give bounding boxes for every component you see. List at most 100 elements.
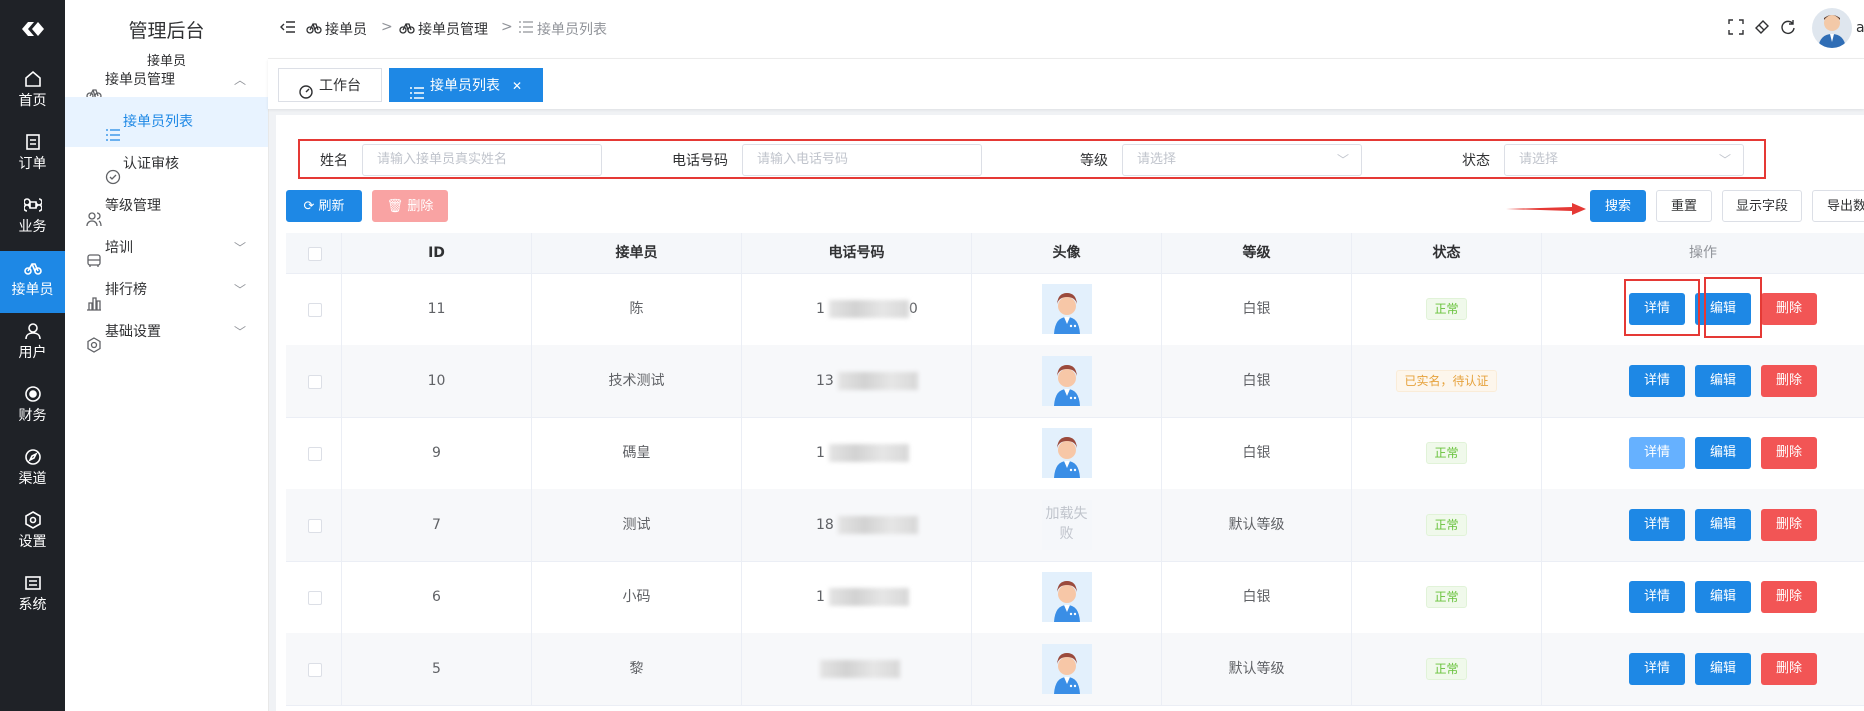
name-input[interactable]: 请输入接单员真实姓名 [362, 144, 602, 176]
status-cell: 正常 [1352, 561, 1542, 633]
row-checkbox[interactable] [308, 663, 322, 677]
breadcrumb-item-2[interactable]: 接单员管理 [418, 19, 488, 39]
id-cell: 7 [342, 489, 532, 561]
delete-button[interactable]: 删除 [1761, 365, 1817, 397]
phone-visible: 13 [816, 373, 834, 389]
avatar-cell [972, 345, 1162, 417]
phone-input[interactable]: 请输入电话号码 [742, 144, 982, 176]
rail-item-label: 用户 [18, 345, 47, 361]
delete-button[interactable]: 删除 [1761, 509, 1817, 541]
avatar-load-failed: 加载失败 [1041, 500, 1092, 550]
phone-visible: 1 [816, 445, 825, 461]
check-circle-icon [105, 156, 121, 185]
rider-avatar[interactable] [1042, 356, 1092, 406]
collapse-menu-icon[interactable] [280, 19, 298, 37]
level-cell: 默认等级 [1162, 633, 1352, 705]
status-cell: 正常 [1352, 273, 1542, 345]
status-badge: 正常 [1426, 442, 1467, 464]
level-select[interactable]: 请选择 ﹀ [1122, 144, 1362, 176]
row-checkbox[interactable] [308, 519, 322, 533]
bus-icon [86, 240, 102, 267]
select-cell [286, 417, 342, 489]
row-checkbox[interactable] [308, 447, 322, 461]
breadcrumb-item-1[interactable]: 接单员 [325, 19, 367, 39]
delete-button[interactable]: 删除 [1761, 293, 1817, 325]
row-checkbox[interactable] [308, 303, 322, 317]
detail-button[interactable]: 详情 [1629, 509, 1685, 541]
edit-button[interactable]: 编辑 [1695, 509, 1751, 541]
phone-cell: 13 [742, 345, 972, 417]
status-badge: 正常 [1426, 298, 1467, 320]
rail-item-label: 设置 [18, 534, 47, 550]
name-cell: 黎 [532, 633, 742, 705]
rider-avatar[interactable] [1042, 572, 1092, 622]
list-icon [410, 79, 424, 99]
rail-item-8[interactable]: 系统 [0, 566, 65, 628]
search-button[interactable]: 搜索 [1590, 190, 1646, 222]
rail-item-4[interactable]: 用户 [0, 314, 65, 376]
refresh-label: 刷新 [318, 199, 345, 214]
edit-button[interactable]: 编辑 [1695, 581, 1751, 613]
refresh-button[interactable]: ⟳ 刷新 [286, 190, 362, 222]
header-name: 接单员 [532, 233, 742, 273]
tab-dashboard[interactable]: 工作台 [278, 68, 382, 102]
rail-item-5[interactable]: 财务 [0, 377, 65, 439]
tab-rider-list[interactable]: 接单员列表 ✕ [389, 68, 543, 102]
export-button[interactable]: 导出数据 [1812, 190, 1864, 222]
rider-avatar[interactable] [1042, 428, 1092, 478]
delete-button[interactable]: 删除 [1761, 437, 1817, 469]
rider-avatar[interactable] [1042, 644, 1092, 694]
phone-blur [828, 300, 909, 318]
rail-item-label: 系统 [18, 597, 47, 613]
menu-item-label: 基础设置 [105, 324, 161, 340]
phone-cell [742, 633, 972, 705]
detail-button[interactable]: 详情 [1629, 365, 1685, 397]
menu-item-6[interactable]: 基础设置 ﹀ [65, 307, 268, 357]
status-select[interactable]: 请选择 ﹀ [1504, 144, 1744, 176]
header-id: ID [342, 233, 532, 273]
avatar-cell [972, 561, 1162, 633]
name-cell: 小码 [532, 561, 742, 633]
user-avatar[interactable] [1812, 8, 1852, 48]
fullscreen-icon[interactable] [1728, 19, 1746, 37]
bulk-delete-button[interactable]: 🗑 删除 [372, 190, 448, 222]
rail-item-0[interactable]: 首页 [0, 62, 65, 124]
clear-cache-icon[interactable] [1754, 19, 1772, 37]
rail-item-2[interactable]: 业务 [0, 188, 65, 250]
phone-blur [820, 660, 900, 678]
select-all-checkbox[interactable] [308, 247, 322, 261]
level-label: 等级 [1080, 153, 1108, 169]
refresh-icon[interactable] [1780, 19, 1798, 37]
columns-button[interactable]: 显示字段 [1722, 190, 1802, 222]
rail-item-1[interactable]: 订单 [0, 125, 65, 187]
delete-button[interactable]: 删除 [1761, 581, 1817, 613]
close-icon[interactable]: ✕ [512, 69, 522, 103]
detail-button[interactable]: 详情 [1629, 437, 1685, 469]
rail-item-7[interactable]: 设置 [0, 503, 65, 565]
delete-button[interactable]: 删除 [1761, 653, 1817, 685]
detail-button[interactable]: 详情 [1629, 653, 1685, 685]
compass-icon [24, 448, 42, 466]
rail-item-3[interactable]: 接单员 [0, 251, 65, 313]
gear-icon [86, 324, 102, 353]
select-cell [286, 345, 342, 417]
row-checkbox[interactable] [308, 375, 322, 389]
edit-button[interactable]: 编辑 [1695, 365, 1751, 397]
rider-avatar[interactable] [1042, 284, 1092, 334]
edit-button[interactable]: 编辑 [1695, 653, 1751, 685]
select-all-cell [286, 233, 342, 273]
logo-icon [20, 20, 46, 38]
id-cell: 10 [342, 345, 532, 417]
actions-cell: 详情 编辑 删除 [1542, 489, 1864, 561]
rail-item-6[interactable]: 渠道 [0, 440, 65, 502]
row-checkbox[interactable] [308, 591, 322, 605]
settings-icon [24, 511, 42, 529]
edit-button[interactable]: 编辑 [1695, 437, 1751, 469]
phone-tail: 0 [908, 301, 918, 317]
id-cell: 6 [342, 561, 532, 633]
rail-item-label: 接单员 [11, 282, 54, 298]
detail-button[interactable]: 详情 [1629, 581, 1685, 613]
user-icon [24, 322, 42, 340]
reset-button[interactable]: 重置 [1656, 190, 1712, 222]
user-name[interactable]: a [1856, 20, 1864, 36]
